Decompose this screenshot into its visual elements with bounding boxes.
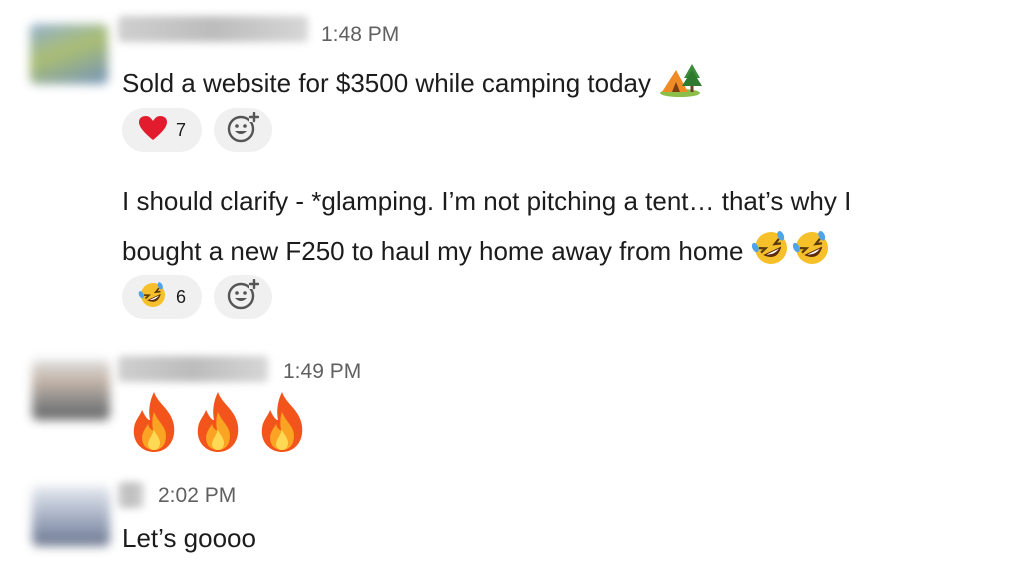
fire-icon: [254, 390, 310, 458]
message-text: Let’s goooo: [122, 523, 256, 553]
message-text-line-2: bought a new F250 to haul my home away f…: [122, 230, 832, 273]
avatar[interactable]: [32, 360, 110, 420]
camping-tent-icon: [658, 62, 704, 105]
reaction-count: 6: [175, 286, 186, 307]
rofl-icon: [751, 230, 791, 273]
message-timestamp[interactable]: 1:49 PM: [283, 360, 361, 384]
message-text-content: bought a new F250 to haul my home away f…: [122, 236, 744, 266]
add-reaction-button[interactable]: [214, 275, 272, 319]
message-text: Sold a website for $3500 while camping t…: [122, 62, 704, 105]
message-timestamp[interactable]: 1:48 PM: [321, 23, 399, 47]
add-reaction-icon: [227, 111, 260, 148]
fire-icon: [126, 390, 182, 458]
reaction-count: 7: [175, 119, 186, 140]
heart-icon: [138, 115, 168, 145]
sender-name-redacted[interactable]: [118, 16, 308, 42]
sender-name-redacted[interactable]: [118, 482, 144, 508]
add-reaction-icon: [227, 278, 260, 315]
message-text-line-1: I should clarify - *glamping. I’m not pi…: [122, 186, 852, 216]
avatar[interactable]: [30, 24, 108, 84]
reaction-rofl[interactable]: 6: [122, 275, 202, 319]
message-text-content: Sold a website for $3500 while camping t…: [122, 68, 651, 98]
message-timestamp[interactable]: 2:02 PM: [158, 484, 236, 508]
avatar[interactable]: [32, 486, 110, 546]
add-reaction-button[interactable]: [214, 108, 272, 152]
rofl-icon: [138, 281, 168, 313]
sender-name-redacted[interactable]: [118, 356, 268, 382]
fire-icon: [190, 390, 246, 458]
rofl-icon: [792, 230, 832, 273]
reaction-heart[interactable]: 7: [122, 108, 202, 152]
